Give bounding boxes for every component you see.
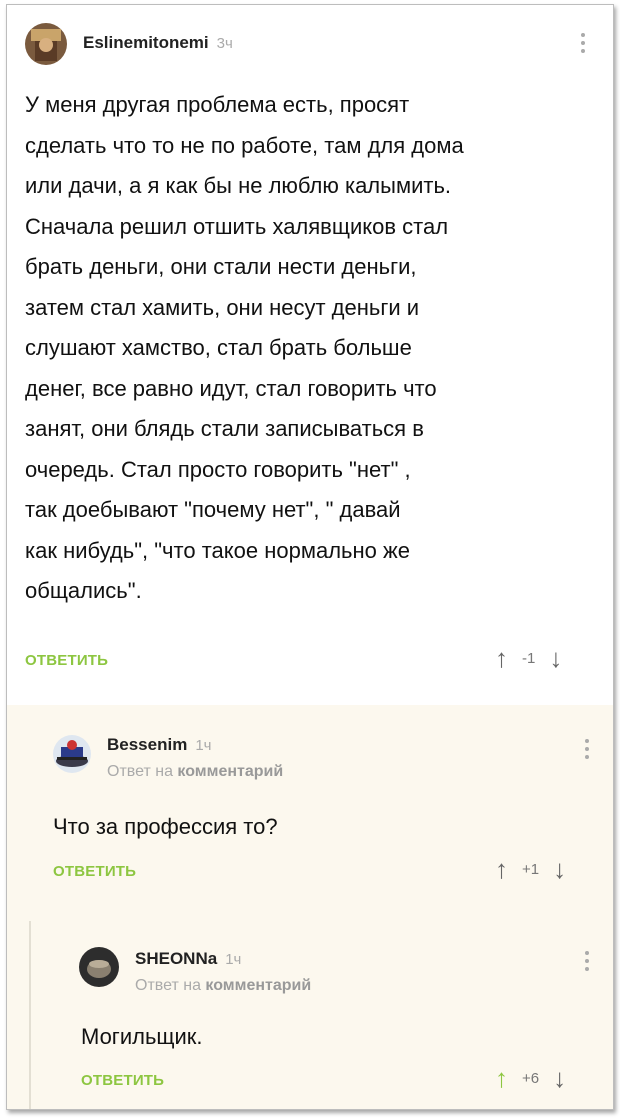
comments-thread: Eslinemitonemi 3ч У меня другая проблема …: [6, 4, 614, 1110]
comment-text-line: брать деньги, они стали нести деньги,: [25, 254, 417, 279]
reply-button[interactable]: ОТВЕТИТЬ: [25, 652, 108, 669]
comment-time: 1ч: [195, 737, 212, 754]
rating-control: ↑ +6 ↓: [495, 1065, 566, 1091]
comment: Eslinemitonemi 3ч У меня другая проблема …: [7, 5, 613, 705]
comment-text: Могильщик.: [81, 1024, 203, 1049]
arrow-down-icon[interactable]: ↓: [549, 645, 562, 671]
author-name[interactable]: Eslinemitonemi 3ч: [83, 33, 233, 53]
more-options-icon[interactable]: [581, 33, 587, 53]
reply-comment: Bessenim 1ч Ответ на комментарий Что за п…: [7, 705, 613, 921]
reply-to-label: Ответ на комментарий: [107, 763, 283, 781]
rating-control: ↑ +1 ↓: [495, 856, 566, 882]
arrow-up-icon[interactable]: ↑: [495, 856, 508, 882]
more-options-icon[interactable]: [585, 951, 591, 971]
reply-target-link[interactable]: комментарий: [205, 977, 311, 994]
avatar[interactable]: [79, 947, 119, 987]
comment-text-line: У меня другая проблема есть, просят: [25, 92, 410, 117]
comment-text-line: или дачи, а я как бы не люблю калымить.: [25, 173, 452, 198]
comment-text-line: Сначала решил отшить халявщиков стал: [25, 213, 449, 239]
comment-text-line: денег, все равно идут, стал говорить что: [25, 375, 437, 401]
rating-control: ↑ -1 ↓: [495, 645, 562, 671]
avatar[interactable]: [53, 735, 91, 773]
arrow-down-icon[interactable]: ↓: [553, 1065, 566, 1091]
reply-button[interactable]: ОТВЕТИТЬ: [81, 1072, 164, 1089]
reply-prefix: Ответ на: [135, 977, 201, 994]
author-name-text[interactable]: Eslinemitonemi: [83, 33, 209, 52]
comment-text-line: слушают хамство, стал брать больше: [25, 335, 412, 360]
comment-text: Что за профессия то?: [53, 814, 278, 839]
more-options-icon[interactable]: [585, 739, 591, 759]
comment-time: 3ч: [216, 35, 233, 52]
reply-prefix: Ответ на: [107, 763, 173, 780]
rating-value: +6: [522, 1069, 540, 1087]
comment-text-line: очередь. Стал просто говорить "нет" ,: [25, 456, 411, 482]
comment-time: 1ч: [225, 951, 242, 968]
author-name[interactable]: Bessenim 1ч: [107, 735, 212, 755]
arrow-down-icon[interactable]: ↓: [553, 856, 566, 882]
rating-value: +1: [522, 860, 540, 878]
author-name-text[interactable]: SHEONNa: [135, 949, 217, 968]
comment-text-line: занят, они блядь стали записываться в: [25, 416, 424, 441]
comment-text-line: как нибудь", "что такое нормально же: [25, 537, 410, 563]
comment-text-line: затем стал хамить, они несут деньги и: [25, 294, 420, 320]
comment-text-line: сделать что то не по работе, там для дом…: [25, 132, 464, 158]
reply-target-link[interactable]: комментарий: [177, 763, 283, 780]
arrow-up-icon[interactable]: ↑: [495, 645, 508, 671]
arrow-up-icon[interactable]: ↑: [495, 1065, 508, 1091]
reply-button[interactable]: ОТВЕТИТЬ: [53, 863, 136, 880]
avatar[interactable]: [25, 23, 67, 65]
author-name-text[interactable]: Bessenim: [107, 735, 187, 754]
reply-to-label: Ответ на комментарий: [135, 977, 311, 995]
comment-text-line: общались".: [25, 578, 142, 603]
comment-text: У меня другая проблема есть, просят сдел…: [25, 85, 464, 612]
author-name[interactable]: SHEONNa 1ч: [135, 949, 241, 969]
comment-text-line: так доебывают "почему нет", " давай: [25, 497, 401, 522]
rating-value: -1: [522, 649, 536, 667]
nested-reply-comment: SHEONNa 1ч Ответ на комментарий Могильщик…: [7, 921, 613, 1109]
